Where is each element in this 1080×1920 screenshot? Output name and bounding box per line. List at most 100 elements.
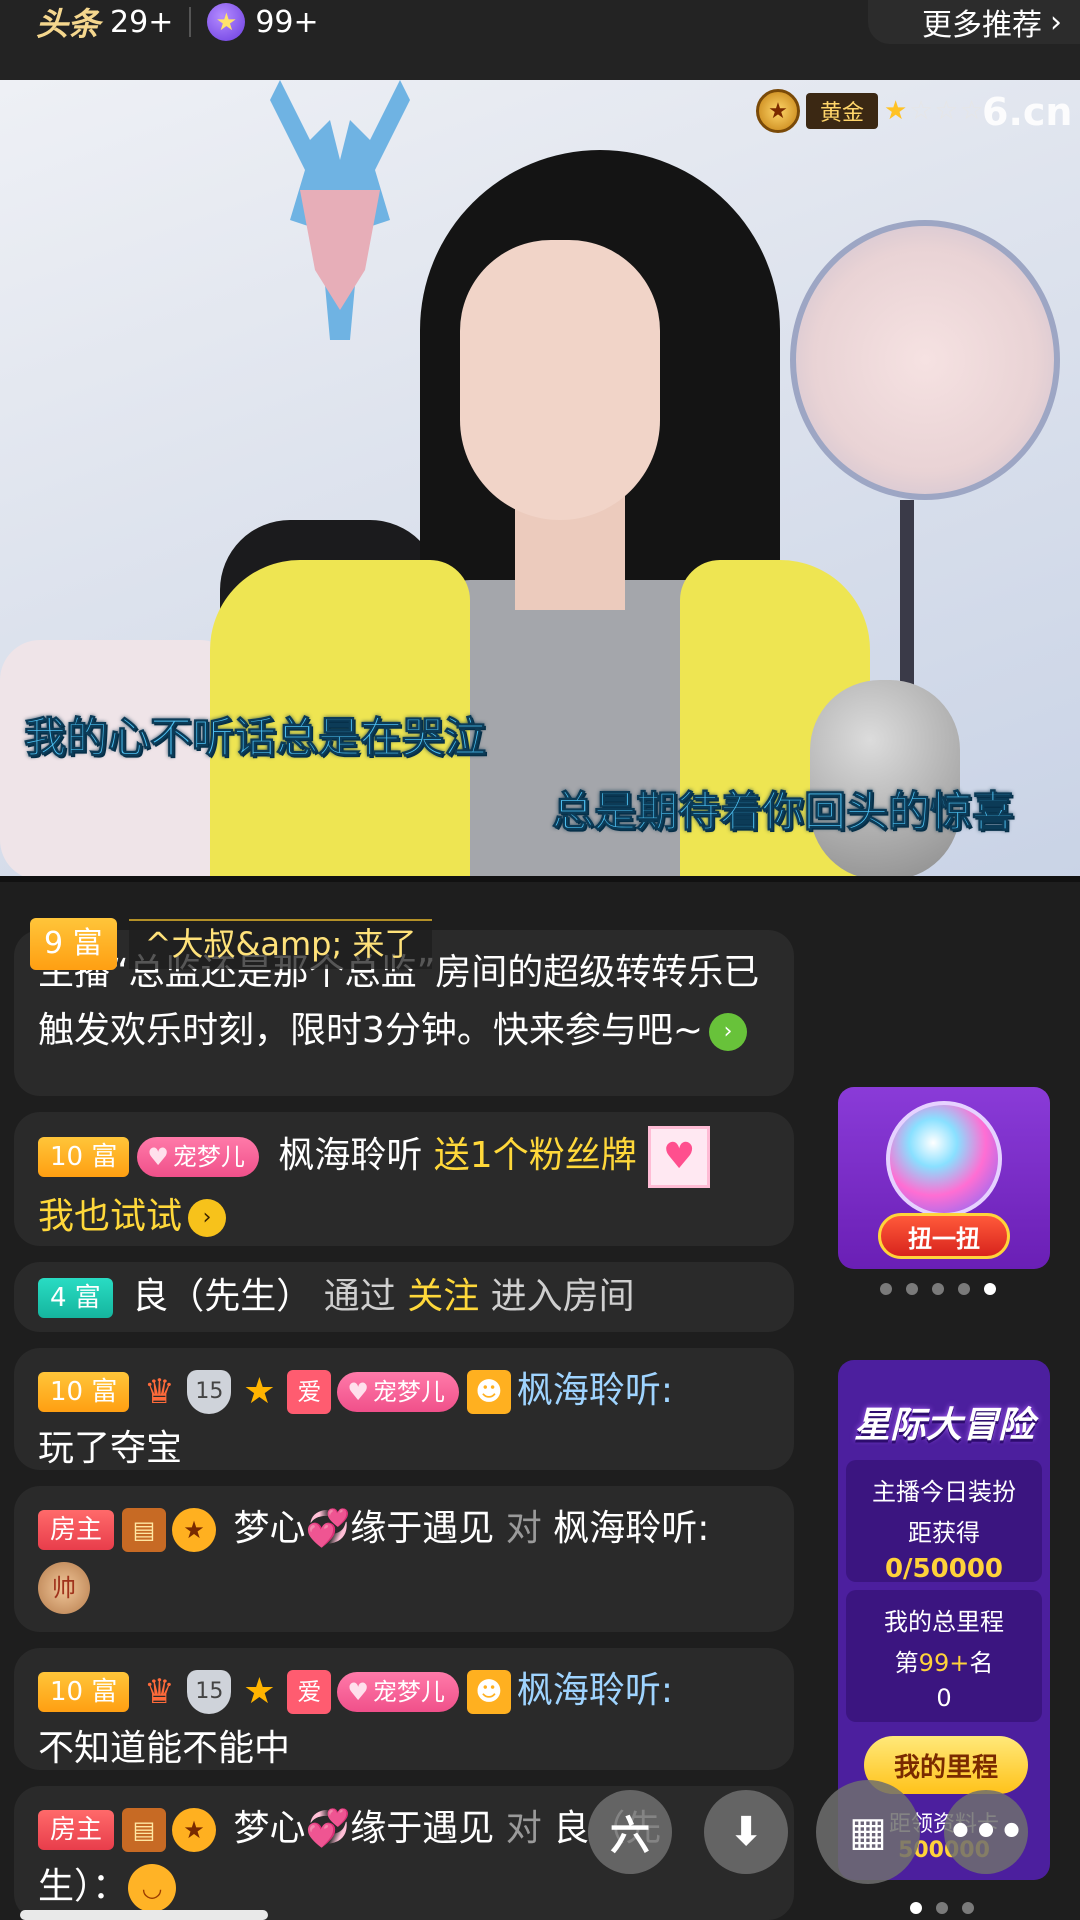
enter-room-text: 进入房间 <box>490 1276 635 1317</box>
carousel-dot[interactable] <box>936 1902 948 1914</box>
top-bar: 头条 29+ ★ 99+ 更多推荐 › <box>0 0 1080 80</box>
top-left-stats: 头条 29+ ★ 99+ <box>36 0 319 44</box>
carousel-dot-active[interactable] <box>910 1902 922 1914</box>
user-badge-icon: ☻ <box>466 1670 511 1714</box>
star-count: 99+ <box>255 4 319 40</box>
download-icon: ⬇ <box>729 1809 763 1855</box>
to-text: 对 <box>505 1508 542 1549</box>
target-name-tail: 生）： <box>38 1866 129 1907</box>
level-stars-empty: ☆☆☆ <box>909 96 986 126</box>
gift-message[interactable]: 10 富 ♥ 宠梦儿 枫海聆听 送1个粉丝牌 ♥ 我也试试 › <box>14 1112 794 1246</box>
medal-icon: ★ <box>172 1808 217 1852</box>
try-it-link[interactable]: 我也试试 <box>38 1196 182 1237</box>
host-tag: 房主 <box>38 1810 115 1850</box>
crown-icon: ♛ <box>144 1672 175 1712</box>
user-enter-banner: 9 富 ^大叔&amp; 来了 <box>30 918 590 970</box>
more-button[interactable]: ••• <box>944 1790 1028 1874</box>
lyric-line-2: 总是期待着你回头的惊喜 <box>551 787 1015 837</box>
electric-fan <box>790 220 1060 500</box>
rank-prefix: 第 <box>894 1649 919 1677</box>
star-level-icon: ★ <box>243 1671 276 1712</box>
streamer-level-badge[interactable]: ★ 黄金 ★☆☆☆ <box>756 88 985 134</box>
message-content: 不知道能不能中 <box>38 1728 291 1769</box>
more-dots-icon: ••• <box>947 1809 1025 1855</box>
follow-action: 关注 <box>407 1276 480 1317</box>
arrow-right-icon[interactable]: › <box>709 1013 748 1051</box>
grid-icon: ▦ <box>849 1809 887 1855</box>
download-button[interactable]: ⬇ <box>704 1790 788 1874</box>
carousel-dots <box>880 1283 996 1295</box>
twist-button[interactable]: 扭一扭 <box>878 1213 1010 1259</box>
treasure-box-icon: ▤ <box>122 1508 167 1552</box>
follow-message[interactable]: 4 富 良（先生） 通过 关注 进入房间 <box>14 1262 794 1332</box>
level-stars-filled: ★ <box>884 96 910 126</box>
pet-badge-label: 宠梦儿 <box>372 1378 445 1406</box>
more-recommend-button[interactable]: 更多推荐 › <box>868 0 1080 44</box>
arrow-right-icon[interactable]: › <box>188 1199 227 1237</box>
home-indicator <box>20 1910 268 1920</box>
rich-level-tag: 9 富 <box>30 918 117 970</box>
outfit-progress-box: 主播今日装扮 距获得 0/50000 <box>846 1460 1042 1584</box>
enter-banner-text: ^大叔&amp; 来了 <box>128 919 433 969</box>
rich-level-tag: 4 富 <box>38 1278 113 1318</box>
toutiao-logo[interactable]: 头条 <box>36 0 100 45</box>
carousel-dot[interactable] <box>906 1283 918 1295</box>
rich-level-tag: 10 富 <box>38 1672 130 1712</box>
pet-badge: ♥ 宠梦儿 <box>337 1372 459 1412</box>
streamer-face <box>460 240 660 520</box>
pet-badge: ♥ 宠梦儿 <box>137 1137 259 1177</box>
carousel-dot-active[interactable] <box>984 1283 996 1295</box>
outfit-label: 主播今日装扮 <box>872 1478 1016 1506</box>
treasure-box-icon: ▤ <box>122 1808 167 1852</box>
rank-suffix: 名 <box>969 1649 994 1677</box>
chat-message[interactable]: 10 富 ♛ 15 ★ 爱 ♥ 宠梦儿 ☻ 枫海聆听: 不知道能不能中 <box>14 1648 794 1770</box>
adventure-title: 星际大冒险 <box>853 1405 1034 1446</box>
medal-icon: ★ <box>172 1508 217 1552</box>
shuai-emoji-icon: 帅 <box>38 1562 90 1614</box>
host-message[interactable]: 房主▤★ 梦心💞缘于遇见 对 良（先 生）：◡ <box>14 1786 794 1920</box>
message-content: 玩了夺宝 <box>38 1428 183 1469</box>
host-message[interactable]: 房主 ▤ ★ 梦心💞缘于遇见 对 枫海聆听: 帅 <box>14 1486 794 1632</box>
heart-icon: ♥ <box>147 1143 169 1171</box>
target-name[interactable]: 枫海聆听: <box>553 1508 709 1549</box>
deer-head-decoration <box>270 80 410 340</box>
live-video[interactable]: ★ 黄金 ★☆☆☆ 6.cn 我的心不听话总是在哭泣 总是期待着你回头的惊喜 <box>0 80 1080 882</box>
fan-badge-gift-icon: ♥ <box>648 1126 711 1188</box>
guard-shield-icon: 15 <box>187 1670 232 1714</box>
user-name[interactable]: 良（先生） <box>132 1276 312 1317</box>
gashapon-ball-icon <box>886 1101 1002 1217</box>
gashapon-game-card[interactable]: 扭一扭 <box>838 1087 1050 1269</box>
rank-line: 第99+名 <box>846 1643 1042 1678</box>
sender-name[interactable]: 枫海聆听: <box>517 1370 673 1411</box>
menu-grid-button[interactable]: ▦ <box>816 1780 920 1884</box>
sender-name[interactable]: 梦心💞缘于遇见 <box>233 1808 494 1849</box>
mileage-box: 我的总里程 第99+名 0 <box>846 1590 1042 1722</box>
sender-name[interactable]: 枫海聆听 <box>278 1135 422 1176</box>
guard-shield-icon: 15 <box>187 1370 232 1414</box>
star-icon[interactable]: ★ <box>207 3 246 41</box>
mileage-value: 0 <box>936 1684 952 1712</box>
level-stars: ★☆☆☆ <box>884 96 985 126</box>
carousel-dot[interactable] <box>880 1283 892 1295</box>
carousel-dot[interactable] <box>958 1283 970 1295</box>
rank-value: 99+ <box>918 1649 970 1677</box>
carousel-dot[interactable] <box>962 1902 974 1914</box>
sender-name[interactable]: 枫海聆听: <box>517 1670 673 1711</box>
to-text: 对 <box>505 1808 542 1849</box>
rich-level-tag: 10 富 <box>38 1372 130 1412</box>
medal-icon: ★ <box>756 89 800 133</box>
more-recommend-label: 更多推荐 <box>922 8 1042 43</box>
user-badge-icon: ☻ <box>466 1370 511 1414</box>
distance-label: 距获得 <box>908 1519 980 1547</box>
pet-badge: ♥ 宠梦儿 <box>337 1672 459 1712</box>
chat-message[interactable]: 10 富 ♛ 15 ★ 爱 ♥ 宠梦儿 ☻ 枫海聆听: 玩了夺宝 <box>14 1348 794 1470</box>
lyric-line-1: 我的心不听话总是在哭泣 <box>23 713 487 763</box>
carousel-dot[interactable] <box>932 1283 944 1295</box>
via-text: 通过 <box>323 1276 396 1317</box>
sender-name[interactable]: 梦心💞缘于遇见 <box>233 1508 494 1549</box>
six-room-button[interactable]: 六 <box>588 1790 672 1874</box>
pet-badge-label: 宠梦儿 <box>172 1143 245 1171</box>
love-badge-icon: 爱 <box>287 1670 332 1714</box>
distance-value: 0/50000 <box>884 1554 1004 1584</box>
divider <box>189 7 192 37</box>
